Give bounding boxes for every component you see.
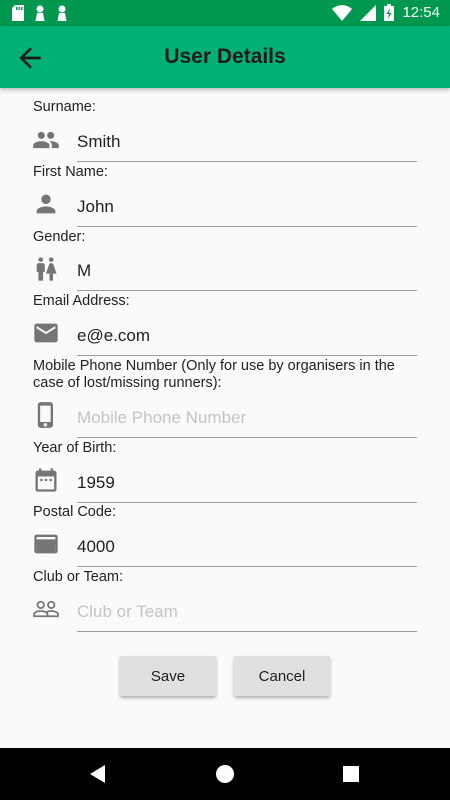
mobile-phone-input[interactable] bbox=[77, 398, 417, 438]
year-of-birth-label: Year of Birth: bbox=[33, 440, 117, 456]
postal-card-icon bbox=[34, 534, 58, 554]
nav-recents-icon[interactable] bbox=[342, 765, 360, 783]
mobile-phone-label: Mobile Phone Number (Only for use by org… bbox=[33, 358, 395, 391]
pawn-icon bbox=[35, 5, 45, 21]
battery-charging-icon bbox=[384, 4, 395, 21]
surname-input[interactable] bbox=[77, 122, 417, 162]
status-time: 12:54 bbox=[402, 4, 440, 21]
gender-input[interactable] bbox=[77, 251, 417, 291]
system-nav-bar bbox=[0, 748, 450, 800]
signal-icon bbox=[360, 4, 377, 21]
pawn-icon bbox=[57, 5, 67, 21]
surname-label: Surname: bbox=[33, 99, 96, 115]
group-outline-icon bbox=[33, 600, 59, 618]
year-of-birth-input[interactable] bbox=[77, 463, 417, 503]
calendar-icon bbox=[35, 468, 57, 492]
gender-icon bbox=[36, 257, 57, 281]
phone-icon bbox=[37, 402, 53, 428]
email-input[interactable] bbox=[77, 316, 417, 356]
nav-back-icon[interactable] bbox=[88, 764, 108, 784]
people-icon bbox=[33, 131, 59, 149]
save-button[interactable]: Save bbox=[120, 656, 216, 696]
page-title: User Details bbox=[164, 45, 286, 68]
email-icon bbox=[34, 323, 58, 343]
nav-home-icon[interactable] bbox=[215, 764, 235, 784]
club-team-label: Club or Team: bbox=[33, 569, 123, 585]
email-label: Email Address: bbox=[33, 293, 130, 309]
status-bar: 12:54 bbox=[0, 0, 450, 26]
first-name-label: First Name: bbox=[33, 164, 108, 180]
cancel-button[interactable]: Cancel bbox=[234, 656, 330, 696]
sd-card-icon bbox=[12, 5, 24, 21]
postal-code-input[interactable] bbox=[77, 527, 417, 567]
postal-code-label: Postal Code: bbox=[33, 504, 117, 520]
person-icon bbox=[36, 194, 56, 214]
first-name-input[interactable] bbox=[77, 187, 417, 227]
club-team-input[interactable] bbox=[77, 592, 417, 632]
gender-label: Gender: bbox=[33, 229, 86, 245]
app-bar: User Details bbox=[0, 26, 450, 88]
wifi-icon bbox=[332, 4, 353, 21]
